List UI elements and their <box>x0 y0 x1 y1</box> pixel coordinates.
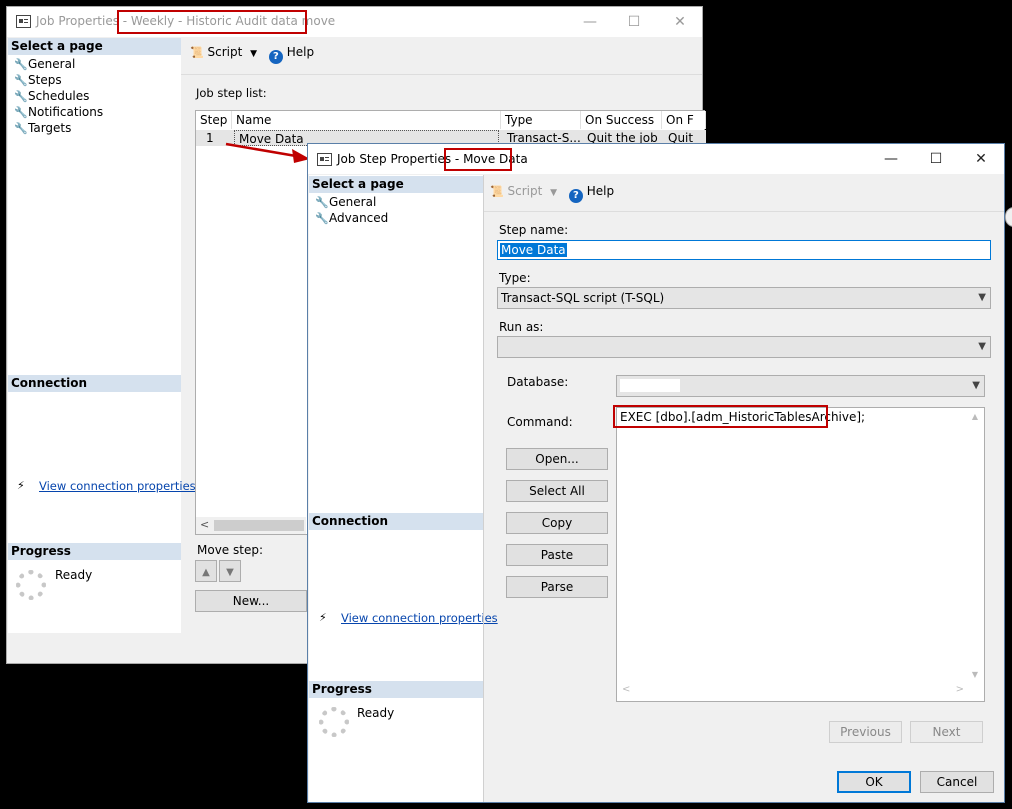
connection-header: Connection <box>309 513 483 530</box>
script-button[interactable]: Script <box>508 184 543 198</box>
chevron-down-icon: ▼ <box>978 341 986 352</box>
script-icon: 📜 <box>490 185 504 198</box>
move-step-label: Move step: <box>197 543 263 557</box>
chevron-down-icon: ▼ <box>972 380 980 391</box>
new-step-button[interactable]: New... <box>195 590 307 612</box>
connection-icon: ⚡ <box>319 611 327 624</box>
step-name-input[interactable]: Move Data <box>497 240 991 260</box>
open-button[interactable]: Open... <box>506 448 608 470</box>
minimize-button[interactable]: — <box>868 144 914 174</box>
progress-header: Progress <box>8 543 181 560</box>
column-header-type[interactable]: Type <box>501 111 581 129</box>
step-toolbar: 📜 Script ▼ ? Help <box>490 184 614 204</box>
wrench-icon: 🔧 <box>315 212 329 225</box>
database-label: Database: <box>507 375 569 389</box>
progress-header: Progress <box>309 681 483 698</box>
command-textarea[interactable]: EXEC [dbo].[adm_HistoricTablesArchive]; … <box>616 407 985 702</box>
step-name-value: Move Data <box>500 243 567 257</box>
move-down-button[interactable]: ▼ <box>219 560 241 582</box>
job-step-properties-window: Job Step Properties - Move Data — ☐ ✕ Se… <box>307 143 1005 803</box>
scroll-left-icon[interactable]: < <box>622 684 630 695</box>
progress-status: Ready <box>55 568 93 582</box>
minimize-button[interactable]: — <box>567 7 613 37</box>
scroll-right-icon[interactable]: > <box>956 684 964 695</box>
command-highlight-box <box>613 405 828 428</box>
help-icon: ? <box>568 189 583 203</box>
database-value-redacted <box>620 379 680 392</box>
scroll-up-icon[interactable]: ▲ <box>972 412 978 421</box>
select-all-button[interactable]: Select All <box>506 480 608 502</box>
maximize-button[interactable]: ☐ <box>611 7 657 37</box>
command-label: Command: <box>507 415 573 429</box>
edge-circle-icon <box>1005 207 1012 227</box>
select-page-header: Select a page <box>309 176 483 193</box>
cancel-button[interactable]: Cancel <box>920 771 994 793</box>
nav-general[interactable]: 🔧General <box>315 194 376 210</box>
step-left-pane: Select a page 🔧General 🔧Advanced Connect… <box>309 175 498 802</box>
toolbar-divider <box>484 211 1004 212</box>
wrench-icon: 🔧 <box>315 196 329 209</box>
connection-header: Connection <box>8 375 181 392</box>
next-button[interactable]: Next <box>910 721 983 743</box>
step-window-icon <box>317 153 332 166</box>
ok-button[interactable]: OK <box>837 771 911 793</box>
close-button[interactable]: ✕ <box>958 144 1004 174</box>
step-title-highlight-box <box>444 148 512 171</box>
progress-spinner-icon <box>16 570 46 600</box>
pane-divider <box>483 175 484 802</box>
run-as-label: Run as: <box>499 320 544 334</box>
type-select[interactable]: Transact-SQL script (T-SQL) ▼ <box>497 287 991 309</box>
connection-icon: ⚡ <box>17 479 25 492</box>
horizontal-scrollbar[interactable]: < <box>196 517 306 534</box>
run-as-select[interactable]: ▼ <box>497 336 991 358</box>
database-select[interactable]: ▼ <box>616 375 985 397</box>
scroll-down-icon[interactable]: ▼ <box>972 670 978 679</box>
arrow-up-icon: ▲ <box>202 567 210 578</box>
maximize-button[interactable]: ☐ <box>913 144 959 174</box>
progress-spinner-icon <box>319 707 349 737</box>
scroll-left-icon[interactable]: < <box>200 518 209 531</box>
copy-button[interactable]: Copy <box>506 512 608 534</box>
move-up-button[interactable]: ▲ <box>195 560 217 582</box>
arrow-down-icon: ▼ <box>226 567 234 578</box>
chevron-down-icon[interactable]: ▼ <box>550 188 557 198</box>
parse-button[interactable]: Parse <box>506 576 608 598</box>
nav-advanced[interactable]: 🔧Advanced <box>315 210 388 226</box>
view-connection-link[interactable]: View connection properties <box>39 479 196 493</box>
previous-button[interactable]: Previous <box>829 721 902 743</box>
paste-button[interactable]: Paste <box>506 544 608 566</box>
close-button[interactable]: ✕ <box>657 7 703 37</box>
column-header-on-success[interactable]: On Success <box>581 111 662 129</box>
view-connection-link[interactable]: View connection properties <box>341 611 498 625</box>
help-button[interactable]: Help <box>587 184 614 198</box>
step-name-label: Step name: <box>499 223 569 237</box>
scroll-thumb[interactable] <box>214 520 304 531</box>
progress-status: Ready <box>357 706 395 720</box>
chevron-down-icon: ▼ <box>978 292 986 303</box>
type-value: Transact-SQL script (T-SQL) <box>501 291 665 305</box>
type-label: Type: <box>499 271 531 285</box>
red-arrow-annotation <box>225 142 310 163</box>
step-window-titlebar: Job Step Properties - Move Data — ☐ ✕ <box>308 144 1004 174</box>
column-header-on-failure[interactable]: On F <box>662 111 706 129</box>
